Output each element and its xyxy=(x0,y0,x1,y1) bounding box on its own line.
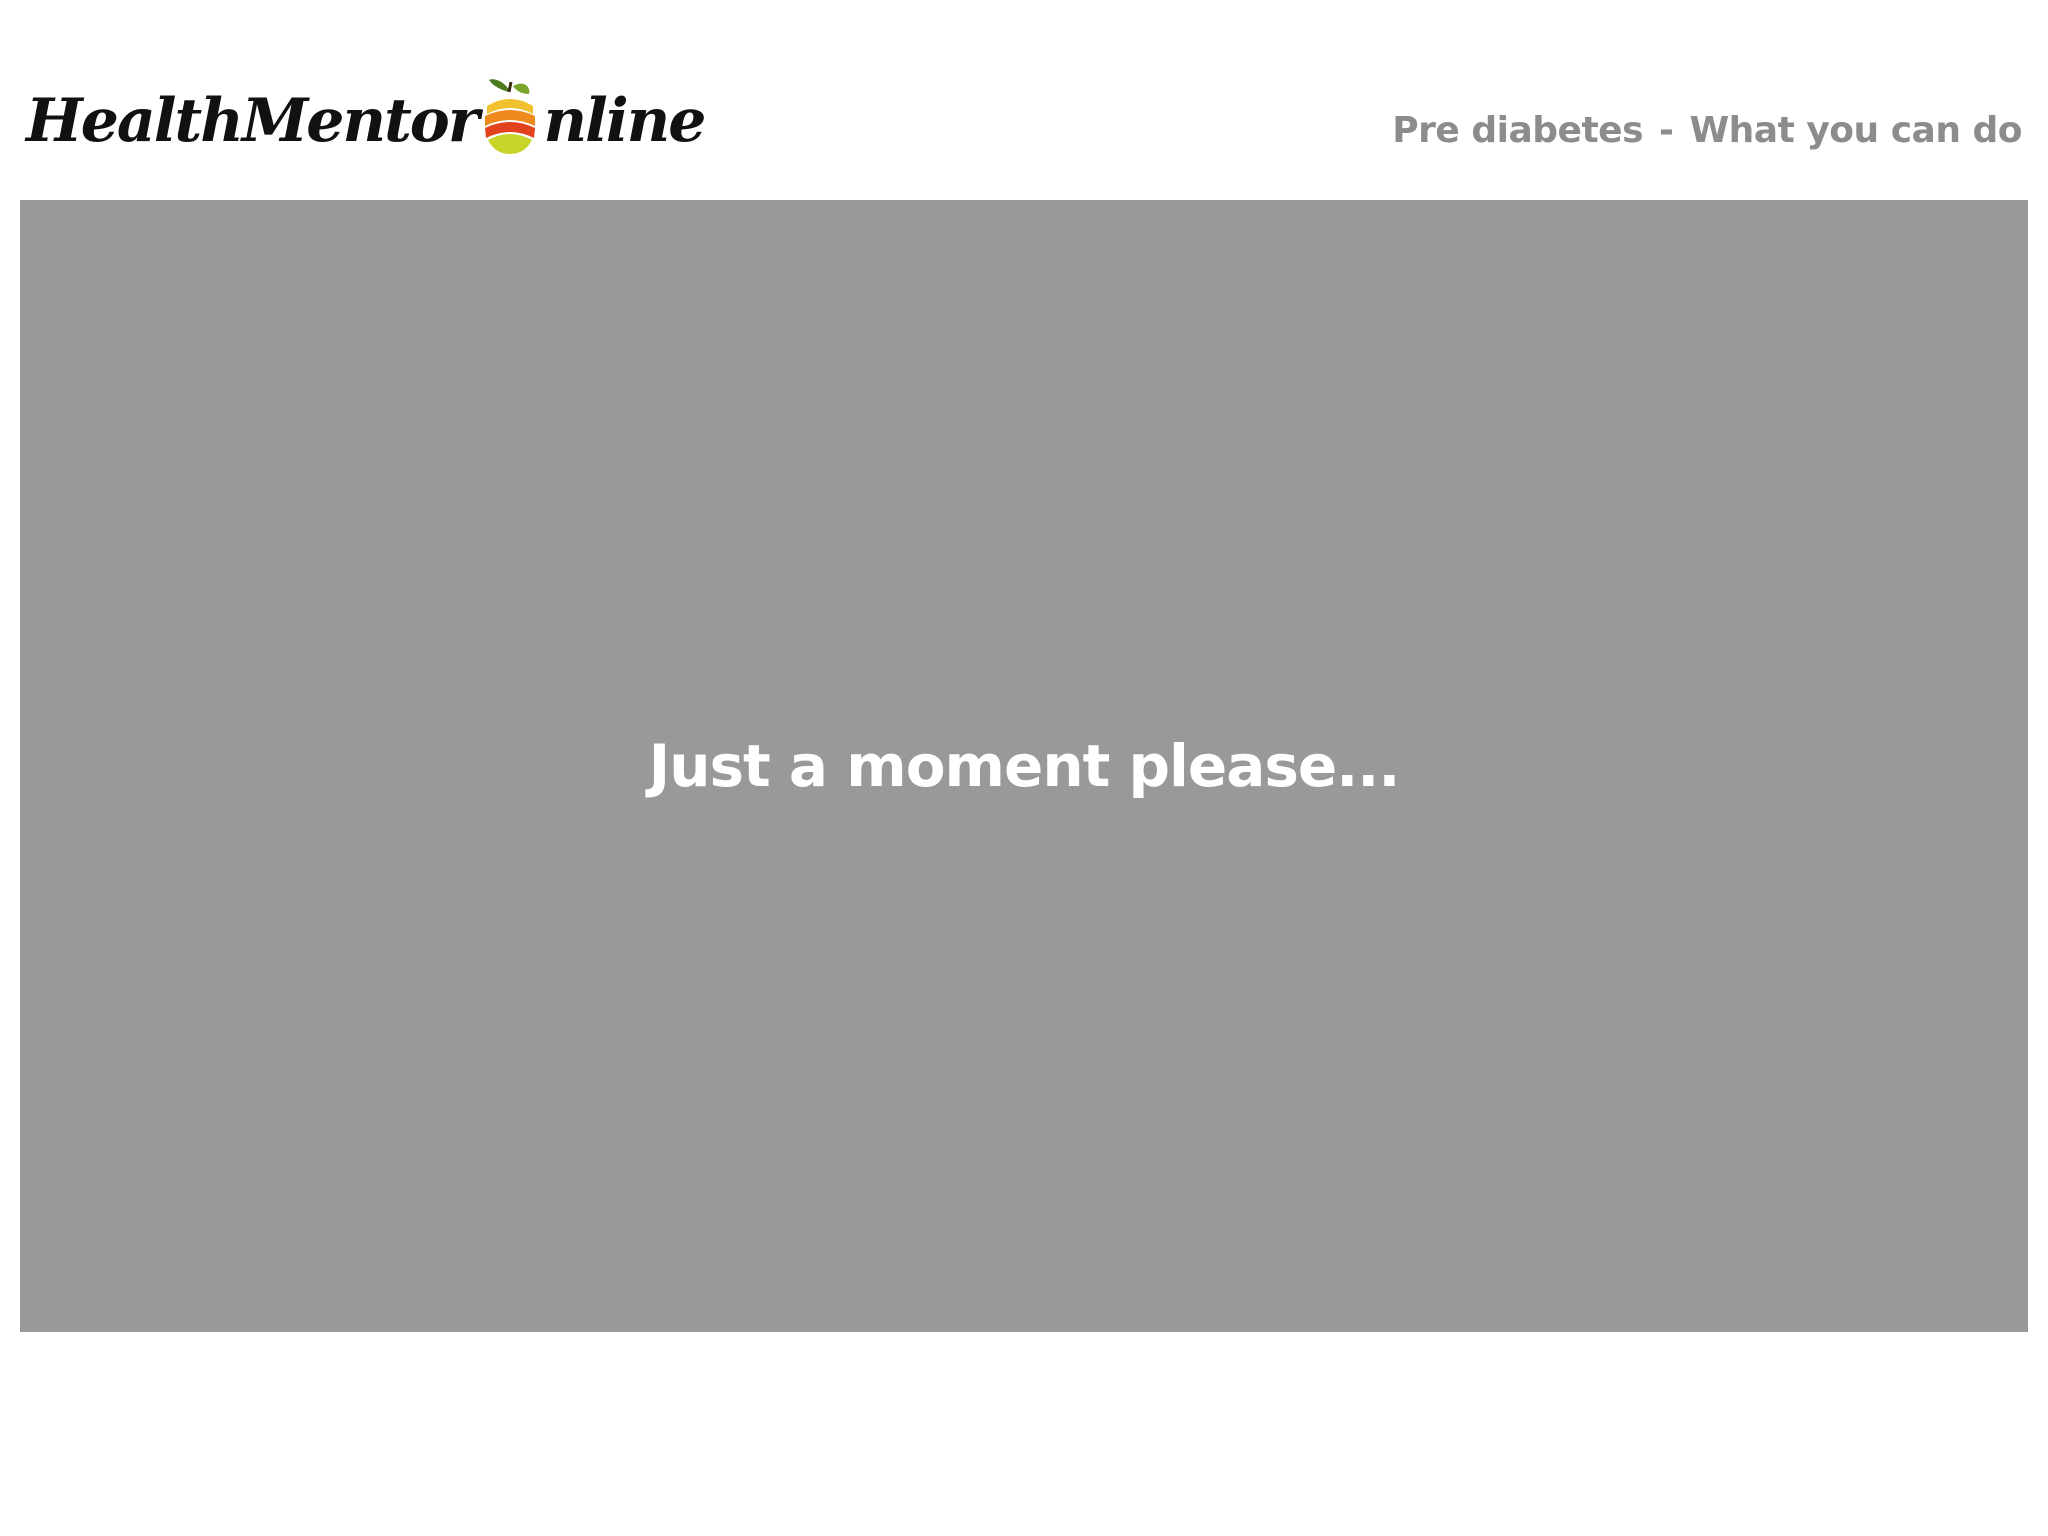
loading-panel: Just a moment please... xyxy=(20,200,2028,1332)
breadcrumb-item-pre-diabetes[interactable]: Pre diabetes xyxy=(1392,110,1643,151)
logo-text-secondary: nline xyxy=(543,86,706,156)
breadcrumb-separator: - xyxy=(1659,110,1674,151)
loading-message: Just a moment please... xyxy=(648,732,1401,800)
fruit-o-icon xyxy=(479,76,541,158)
logo[interactable]: HealthMentor nline xyxy=(26,76,706,166)
breadcrumb-item-what-you-can-do: What you can do xyxy=(1689,110,2022,151)
logo-text-primary: HealthMentor xyxy=(26,86,479,156)
breadcrumb: Pre diabetes - What you can do xyxy=(1392,110,2022,151)
page: HealthMentor nline Pre diabetes - What y… xyxy=(0,0,2048,1536)
header: HealthMentor nline Pre diabetes - What y… xyxy=(0,0,2048,200)
